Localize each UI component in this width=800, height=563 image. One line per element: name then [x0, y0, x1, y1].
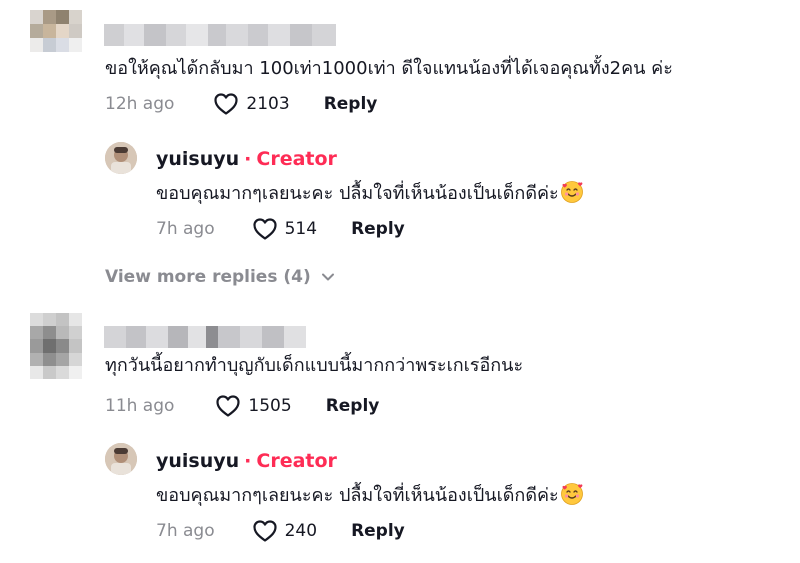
reply-reply-button[interactable]: Reply [351, 219, 405, 239]
creator-avatar[interactable] [105, 443, 137, 475]
reply-text-row: ขอบคุณมากๆเลยนะคะ ปลื้มใจที่เห็นน้องเป็น… [156, 180, 584, 206]
reply-like-count: 240 [284, 521, 318, 541]
reply-meta: 7h ago 240 Reply [156, 518, 405, 544]
heart-outline-icon[interactable] [253, 520, 277, 542]
creator-name-line: yuisuyu · Creator [156, 148, 337, 170]
reply-text-row: ขอบคุณมากๆเลยนะคะ ปลื้มใจที่เห็นน้องเป็น… [156, 482, 584, 508]
reply-button[interactable]: Reply [326, 396, 380, 416]
creator-avatar[interactable] [105, 142, 137, 174]
creator-name-line: yuisuyu · Creator [156, 450, 337, 472]
comment-time: 11h ago [105, 396, 175, 416]
like-button[interactable] [214, 93, 239, 115]
comment-meta: 12h ago 2103 Reply [105, 91, 377, 117]
view-more-replies[interactable]: View more replies (4) [105, 267, 336, 287]
creator-badge: Creator [256, 148, 337, 170]
reply-text: ขอบคุณมากๆเลยนะคะ ปลื้มใจที่เห็นน้องเป็น… [156, 183, 559, 204]
creator-badge: Creator [256, 450, 337, 472]
like-button[interactable] [216, 395, 241, 417]
commenter-username-blurred[interactable] [104, 24, 336, 46]
reply-time: 7h ago [156, 219, 215, 239]
creator-avatar-image [105, 142, 137, 174]
separator-dot: · [244, 450, 252, 472]
smiling-face-with-hearts-icon [560, 181, 583, 203]
comment-time: 12h ago [105, 94, 175, 114]
reply-time: 7h ago [156, 521, 215, 541]
reply-like-button[interactable] [253, 520, 277, 542]
comment-meta: 11h ago 1505 Reply [105, 393, 379, 419]
creator-avatar-image [105, 443, 137, 475]
like-count: 2103 [246, 94, 290, 114]
smiling-face-with-hearts-icon [560, 483, 583, 505]
separator-dot: · [244, 148, 252, 170]
commenter-username-blurred[interactable] [104, 326, 306, 348]
view-more-label[interactable]: View more replies (4) [105, 267, 311, 287]
creator-username[interactable]: yuisuyu [156, 450, 239, 472]
reply-button[interactable]: Reply [324, 94, 378, 114]
reply-like-button[interactable] [253, 218, 277, 240]
commenter-avatar[interactable] [30, 10, 82, 52]
heart-outline-icon[interactable] [216, 395, 241, 417]
comment-text: ทุกวันนี้อยากทำบุญกับเด็กแบบนี้มากกว่าพร… [105, 355, 524, 376]
commenter-avatar[interactable] [30, 313, 82, 379]
reply-text: ขอบคุณมากๆเลยนะคะ ปลื้มใจที่เห็นน้องเป็น… [156, 485, 559, 506]
creator-username[interactable]: yuisuyu [156, 148, 239, 170]
heart-outline-icon[interactable] [253, 218, 277, 240]
heart-outline-icon[interactable] [214, 93, 239, 115]
reply-like-count: 514 [284, 219, 318, 239]
reply-meta: 7h ago 514 Reply [156, 216, 405, 242]
comment-text: ขอให้คุณได้กลับมา 100เท่า1000เท่า ดีใจแท… [105, 58, 673, 79]
chevron-down-icon[interactable] [320, 269, 336, 285]
like-count: 1505 [248, 396, 292, 416]
reply-reply-button[interactable]: Reply [351, 521, 405, 541]
